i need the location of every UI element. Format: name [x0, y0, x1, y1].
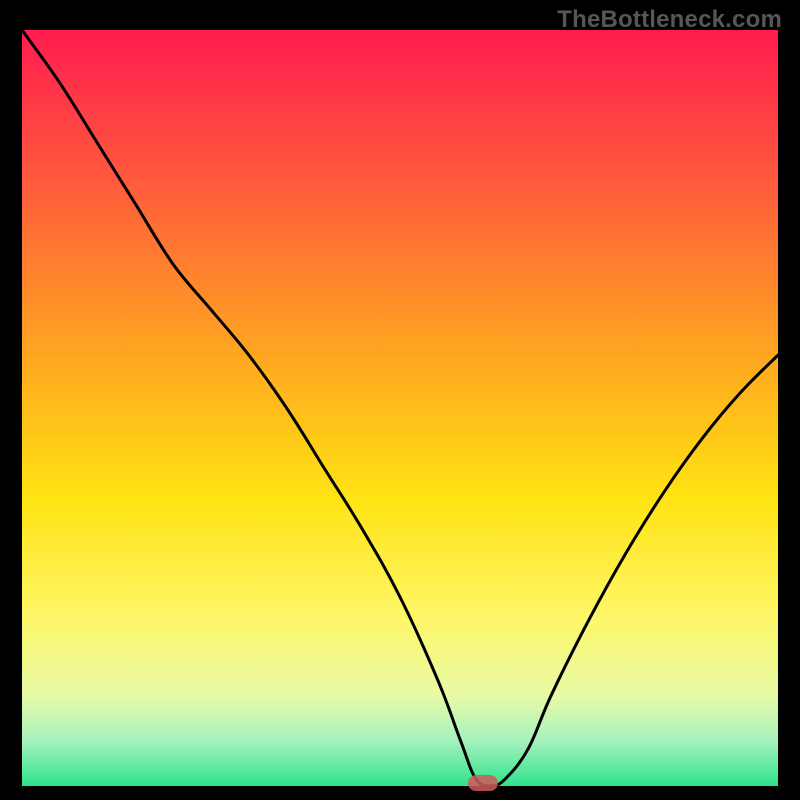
optimal-point-marker: [468, 775, 498, 791]
chart-frame: TheBottleneck.com: [0, 0, 800, 800]
watermark-text: TheBottleneck.com: [557, 6, 782, 34]
chart-background-gradient: [22, 30, 778, 786]
bottleneck-chart: [22, 30, 778, 786]
